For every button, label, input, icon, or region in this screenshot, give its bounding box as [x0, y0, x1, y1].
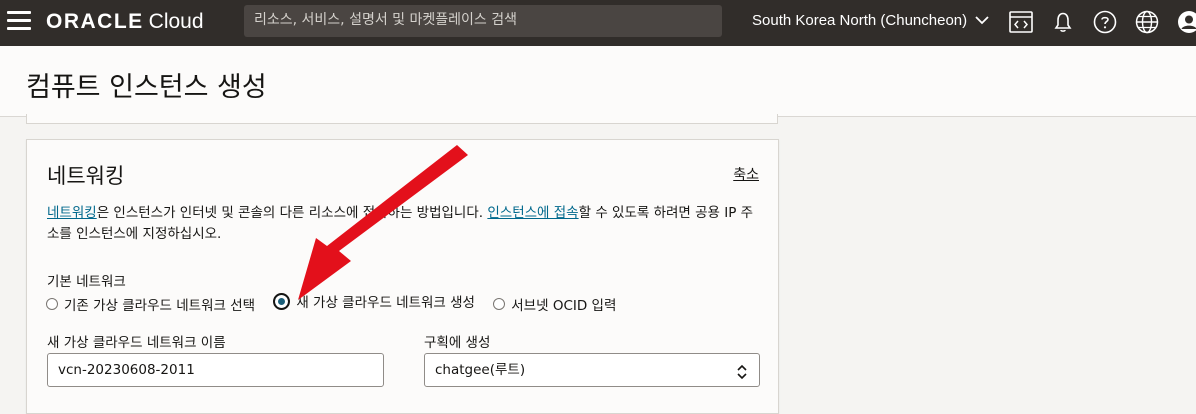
brand-name: ORACLE — [46, 10, 144, 33]
connect-instance-link[interactable]: 인스턴스에 접속 — [487, 205, 578, 221]
radio-existing-vcn[interactable]: 기존 가상 클라우드 네트워크 선택 — [46, 294, 255, 314]
profile-icon[interactable] — [1176, 9, 1196, 35]
radio-label: 새 가상 클라우드 네트워크 생성 — [296, 295, 475, 311]
compartment-label: 구획에 생성 — [424, 335, 491, 351]
compartment-select[interactable]: chatgee(루트) — [424, 353, 760, 387]
vcn-name-value: vcn-20230608-2011 — [58, 362, 195, 378]
oracle-cloud-logo[interactable]: ORACLE Cloud — [46, 9, 204, 34]
hamburger-icon[interactable] — [7, 11, 31, 33]
search-placeholder: 리소스, 서비스, 설명서 및 마켓플레이스 검색 — [254, 12, 517, 28]
radio-subnet-ocid[interactable]: 서브넷 OCID 입력 — [493, 294, 616, 314]
primary-network-radio-group: 기존 가상 클라우드 네트워크 선택 새 가상 클라우드 네트워크 생성 서브넷… — [46, 291, 630, 314]
code-editor-icon[interactable] — [1008, 9, 1034, 35]
page-title: 컴퓨트 인스턴스 생성 — [26, 72, 267, 103]
radio-unselected-icon[interactable] — [493, 297, 506, 310]
compartment-value: chatgee(루트) — [435, 362, 526, 378]
networking-help-link[interactable]: 네트워킹 — [47, 205, 97, 221]
vcn-name-label: 새 가상 클라우드 네트워크 이름 — [47, 335, 226, 351]
vcn-name-input[interactable]: vcn-20230608-2011 — [47, 353, 384, 387]
radio-label: 서브넷 OCID 입력 — [511, 297, 617, 314]
networking-section: 네트워킹 축소 네트워킹은 인스턴스가 인터넷 및 콘솔의 다른 리소스에 접속… — [26, 139, 779, 414]
radio-label: 기존 가상 클라우드 네트워크 선택 — [64, 297, 256, 314]
top-navigation-bar: ORACLE Cloud 리소스, 서비스, 설명서 및 마켓플레이스 검색 So… — [0, 0, 1196, 46]
globe-icon[interactable] — [1134, 9, 1160, 35]
previous-section-panel — [26, 114, 778, 124]
chevron-updown-icon — [735, 361, 749, 380]
bell-icon[interactable] — [1050, 9, 1076, 35]
page-header: 컴퓨트 인스턴스 생성 — [0, 46, 1196, 117]
search-input[interactable]: 리소스, 서비스, 설명서 및 마켓플레이스 검색 — [244, 5, 722, 37]
collapse-link[interactable]: 축소 — [733, 164, 759, 184]
radio-new-vcn[interactable]: 새 가상 클라우드 네트워크 생성 — [273, 291, 475, 311]
region-selector[interactable]: South Korea North (Chuncheon) — [752, 12, 989, 29]
product-name: Cloud — [148, 10, 204, 33]
networking-description: 네트워킹은 인스턴스가 인터넷 및 콘솔의 다른 리소스에 접속하는 방법입니다… — [47, 203, 762, 245]
region-label: South Korea North (Chuncheon) — [752, 12, 968, 29]
help-icon[interactable] — [1092, 9, 1118, 35]
primary-network-label: 기본 네트워크 — [47, 274, 126, 290]
section-title: 네트워킹 — [47, 164, 125, 188]
chevron-down-icon — [975, 12, 989, 29]
radio-selected-icon[interactable] — [273, 292, 291, 310]
description-text-1: 은 인스턴스가 인터넷 및 콘솔의 다른 리소스에 접속하는 방법입니다. — [96, 205, 488, 221]
radio-unselected-icon[interactable] — [46, 297, 58, 310]
